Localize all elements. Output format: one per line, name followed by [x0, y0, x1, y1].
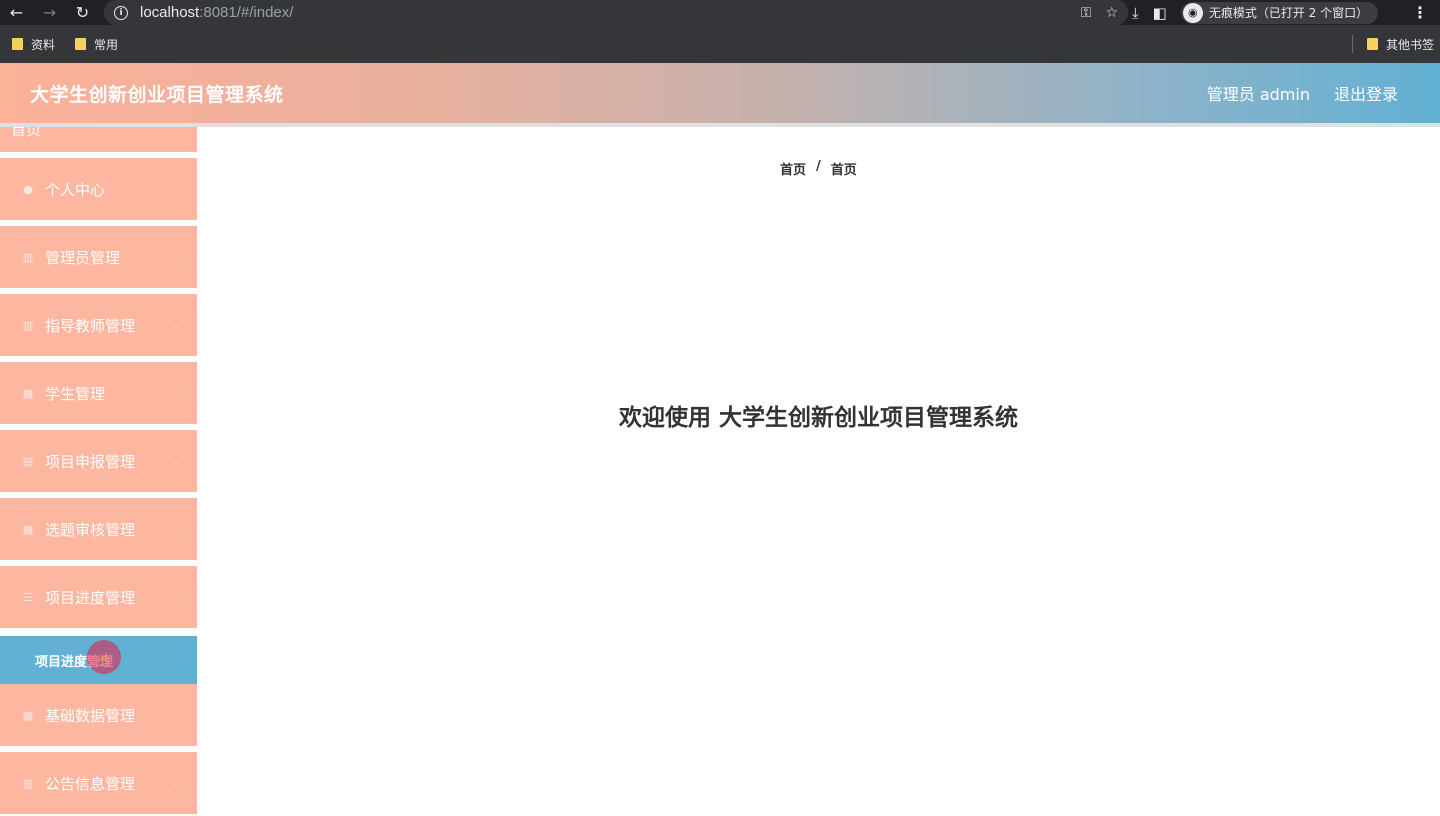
chevron-down-icon: ⌄ [171, 454, 181, 468]
incognito-indicator[interactable]: ◉ 无痕模式（已打开 2 个窗口） [1180, 1, 1379, 24]
sidebar-item-project-application[interactable]: ▤ 项目申报管理 ⌄ [0, 430, 197, 492]
chevron-down-icon: ⌄ [171, 250, 181, 264]
app-header: 大学生创新创业项目管理系统 管理员 admin 退出登录 [0, 63, 1440, 123]
sidebar-item-topic-review[interactable]: ▦ 选题审核管理 ⌄ [0, 498, 197, 560]
sidebar-item-personal-center[interactable]: ● 个人中心 [0, 158, 197, 220]
sidebar-item-admin-management[interactable]: ▥ 管理员管理 ⌄ [0, 226, 197, 288]
chart-icon: ▦ [22, 708, 34, 722]
bookmark-folder[interactable]: 资料 [4, 36, 63, 53]
chevron-down-icon: ⌄ [171, 708, 181, 722]
grid-icon: ▥ [22, 318, 34, 332]
sidebar-item-home[interactable]: 首页 [0, 127, 197, 152]
user-icon: ● [23, 182, 33, 196]
chevron-down-icon: ⌄ [171, 318, 181, 332]
folder-icon [75, 38, 87, 50]
breadcrumb-separator: / [816, 159, 821, 174]
breadcrumb-current: 首页 [830, 163, 857, 178]
chart-icon: ▦ [22, 522, 34, 536]
side-panel-icon[interactable]: ◧ [1153, 4, 1167, 22]
back-icon[interactable]: ← [0, 0, 33, 25]
chevron-down-icon: ⌄ [171, 522, 181, 536]
grid-icon: ▥ [22, 776, 34, 790]
sidebar: 首页 ● 个人中心 ▥ 管理员管理 ⌄ ▥ 指导教师管理 ⌄ ▦ 学生管理 ⌄ … [0, 127, 197, 816]
breadcrumb: 首页 / 首页 [780, 159, 857, 178]
folder-icon [1366, 38, 1378, 50]
forward-icon[interactable]: → [33, 0, 66, 25]
folder-icon [12, 38, 23, 50]
welcome-heading: 欢迎使用 大学生创新创业项目管理系统 [618, 405, 1018, 431]
logout-button[interactable]: 退出登录 [1334, 81, 1398, 105]
download-icon[interactable]: ⤓ [1132, 4, 1139, 22]
incognito-icon: ◉ [1182, 2, 1203, 23]
sidebar-item-teacher-management[interactable]: ▥ 指导教师管理 ⌄ [0, 294, 197, 356]
breadcrumb-home[interactable]: 首页 [780, 159, 806, 178]
browser-menu-icon[interactable]: ⋮ [1412, 0, 1428, 25]
app-title: 大学生创新创业项目管理系统 [30, 83, 284, 106]
list-icon: ☰ [23, 590, 33, 604]
bookmark-folder[interactable]: 常用 [67, 36, 126, 53]
sidebar-item-project-progress[interactable]: ☰ 项目进度管理 ⌃ [0, 566, 197, 628]
bookmarks-bar: 资料 常用 其他书签 [0, 25, 1440, 63]
grid-icon: ▥ [22, 250, 34, 264]
chevron-down-icon: ⌄ [171, 776, 181, 790]
address-bar[interactable]: i localhost:8081/#/index/ ⚿ ☆ [104, 0, 1128, 25]
other-bookmarks[interactable]: 其他书签 [1351, 25, 1434, 63]
chevron-up-icon: ⌃ [171, 590, 181, 604]
browser-toolbar: ← → ↻ i localhost:8081/#/index/ ⚿ ☆ ⤓ ◧ … [0, 0, 1440, 25]
url-text[interactable]: localhost:8081/#/index/ [140, 4, 293, 21]
reload-icon[interactable]: ↻ [66, 0, 99, 25]
doc-icon: ▤ [22, 454, 34, 468]
sidebar-item-announcements[interactable]: ▥ 公告信息管理 ⌄ [0, 752, 197, 814]
hand-cursor-icon: ☝ [98, 650, 109, 671]
site-info-icon[interactable]: i [114, 5, 128, 20]
bookmark-star-icon[interactable]: ☆ [1105, 5, 1118, 21]
current-user: 管理员 admin [1206, 85, 1310, 104]
key-icon[interactable]: ⚿ [1081, 5, 1092, 21]
sidebar-item-basic-data[interactable]: ▦ 基础数据管理 ⌄ [0, 684, 197, 746]
